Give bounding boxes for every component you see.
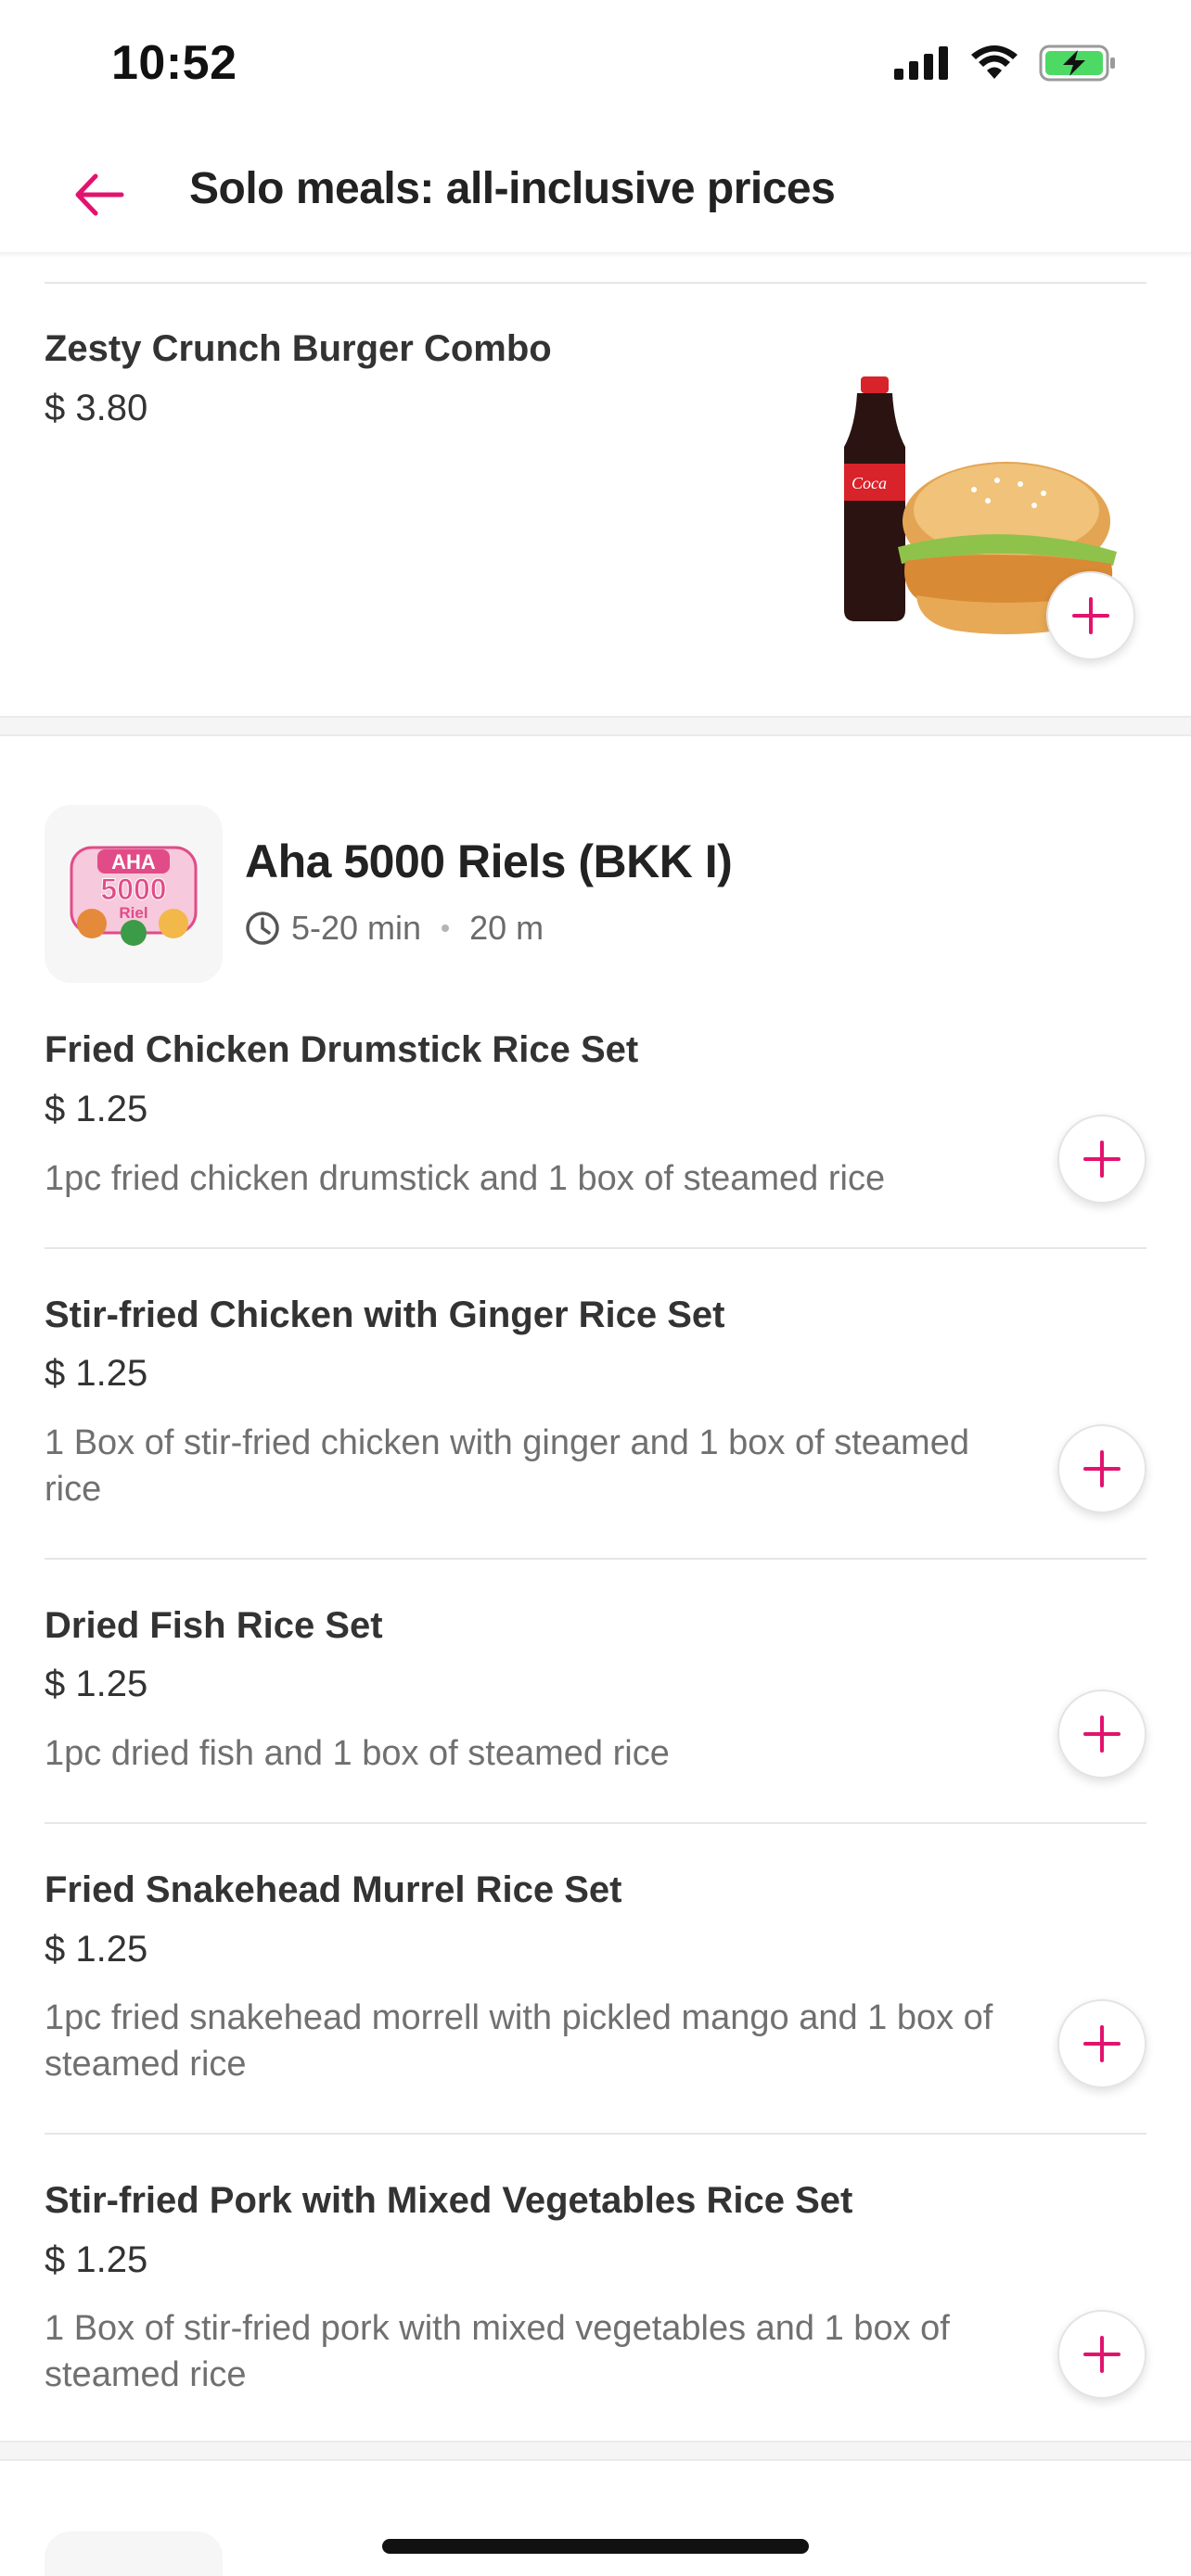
add-to-cart-button[interactable] <box>1057 1115 1146 1204</box>
item-description: 1pc fried snakehead morrell with pickled… <box>45 1998 993 2084</box>
page-title: Solo meals: all-inclusive prices <box>189 164 836 213</box>
signal-icon <box>894 46 948 80</box>
divider <box>45 282 1146 284</box>
wifi-icon <box>971 45 1018 79</box>
item-description: 1pc dried fish and 1 box of steamed rice <box>45 1734 670 1773</box>
item-name: Stir-fried Chicken with Ginger Rice Set <box>45 1294 725 1335</box>
plus-icon <box>1083 2336 1121 2373</box>
section-separator <box>0 716 1191 736</box>
item-price: $ 1.25 <box>45 1664 148 1704</box>
plus-icon <box>1083 2025 1121 2062</box>
plus-icon <box>1083 1141 1121 1178</box>
vendor-name: Aha 5000 Riels (BKK I) <box>245 835 733 887</box>
add-to-cart-button[interactable] <box>1057 1424 1146 1513</box>
divider <box>45 1558 1146 1560</box>
item-description: 1 Box of stir-fried pork with mixed vege… <box>45 2309 950 2394</box>
item-name: Zesty Crunch Burger Combo <box>45 328 552 369</box>
add-to-cart-button[interactable] <box>1046 571 1135 660</box>
item-name: Fried Snakehead Murrel Rice Set <box>45 1869 622 1910</box>
add-to-cart-button[interactable] <box>1057 1690 1146 1779</box>
delivery-time: 5-20 min <box>291 909 422 947</box>
plus-icon <box>1083 1450 1121 1487</box>
svg-text:5000: 5000 <box>100 873 166 906</box>
item-name: Stir-fried Pork with Mixed Vegetables Ri… <box>45 2180 853 2221</box>
svg-text:Coca: Coca <box>852 474 887 492</box>
svg-text:Riel: Riel <box>119 904 147 922</box>
item-price: $ 1.25 <box>45 1929 148 1970</box>
distance: 20 m <box>469 909 544 947</box>
plus-icon <box>1083 1715 1121 1753</box>
section-separator <box>0 2441 1191 2461</box>
status-bar: 10:52 <box>0 0 1191 130</box>
divider <box>45 1247 1146 1249</box>
battery-charging-icon <box>1039 45 1115 82</box>
arrow-left-icon <box>75 173 124 216</box>
item-description: 1 Box of stir-fried chicken with ginger … <box>45 1423 969 1509</box>
clock-icon <box>246 912 279 945</box>
next-vendor-logo[interactable] <box>45 2531 223 2576</box>
item-price: $ 1.25 <box>45 2239 148 2280</box>
plus-icon <box>1072 597 1109 634</box>
add-to-cart-button[interactable] <box>1057 1999 1146 2088</box>
item-name: Fried Chicken Drumstick Rice Set <box>45 1029 639 1070</box>
vendor-logo-image: AHA 5000 Riel <box>70 846 198 946</box>
vendor-logo: AHA 5000 Riel <box>45 805 223 983</box>
back-button[interactable] <box>58 158 141 232</box>
add-to-cart-button[interactable] <box>1057 2310 1146 2399</box>
status-icons <box>894 45 1117 82</box>
home-indicator[interactable] <box>382 2539 809 2554</box>
item-price: $ 1.25 <box>45 1353 148 1394</box>
divider <box>45 1822 1146 1824</box>
item-name: Dried Fish Rice Set <box>45 1605 383 1646</box>
item-price: $ 3.80 <box>45 388 148 428</box>
svg-text:AHA: AHA <box>111 850 156 874</box>
status-time: 10:52 <box>111 36 237 90</box>
item-price: $ 1.25 <box>45 1089 148 1129</box>
item-description: 1pc fried chicken drumstick and 1 box of… <box>45 1159 886 1198</box>
divider <box>45 2133 1146 2135</box>
app-header: Solo meals: all-inclusive prices <box>0 130 1191 256</box>
header-shadow <box>0 252 1191 258</box>
meta-separator <box>442 925 450 932</box>
vendor-meta: 5-20 min 20 m <box>245 909 544 948</box>
